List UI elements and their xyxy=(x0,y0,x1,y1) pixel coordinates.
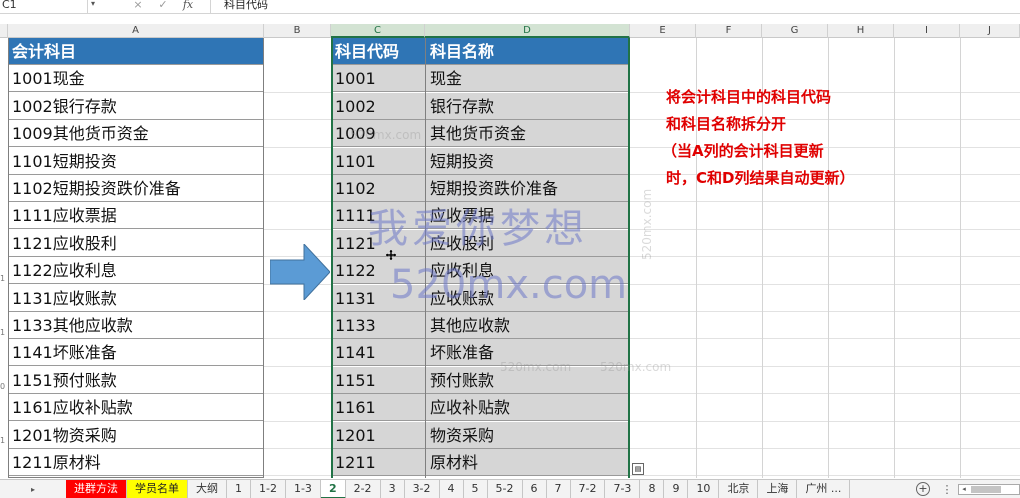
sheet-tab[interactable]: 3-2 xyxy=(404,480,440,498)
tab-scroll-right-icon[interactable]: ▸ xyxy=(0,480,66,498)
gridline xyxy=(264,311,331,312)
sheet-tab[interactable]: 1 xyxy=(227,480,251,498)
sheet-tab[interactable]: 广州 ... xyxy=(797,480,851,498)
sheet-tab[interactable]: 进群方法 xyxy=(66,480,127,498)
sheet-tab[interactable]: 2 xyxy=(320,480,346,498)
sheet-tab[interactable]: 学员名单 xyxy=(127,480,188,498)
gridline xyxy=(264,91,331,93)
sheet-tab[interactable]: 2-2 xyxy=(345,480,381,498)
sheet-tab-bar: ▸ 进群方法 学员名单 大纲 1 1-2 1-3 2 2-2 3 3-2 4 5 5-2 6 7 7-2 7-3… xyxy=(0,479,1020,498)
column-header-c[interactable]: C xyxy=(331,24,425,38)
column-header-i[interactable]: I xyxy=(894,24,960,38)
gridline xyxy=(264,146,331,148)
column-header-g[interactable]: G xyxy=(762,24,828,38)
insert-function-icon[interactable]: fx xyxy=(180,0,196,12)
gridline xyxy=(630,393,1020,395)
gridline xyxy=(630,256,1020,258)
name-box[interactable]: C1 xyxy=(0,0,88,13)
gridline xyxy=(630,475,1020,477)
gridline xyxy=(960,38,961,478)
gridline xyxy=(264,420,331,422)
excel-window: C1 ▾ × ✓ fx 科目代码 A B C D E F G H I J 1 1… xyxy=(0,0,1020,498)
watermark-small: 520mx.com xyxy=(350,128,422,142)
gridline xyxy=(264,119,331,121)
sheet-tab[interactable]: 1-3 xyxy=(285,480,321,498)
sheet-tab[interactable]: 3 xyxy=(380,480,405,498)
sheet-tab[interactable]: 8 xyxy=(640,480,665,498)
gridline xyxy=(630,228,1020,230)
column-header-row: A B C D E F G H I J xyxy=(0,24,1020,38)
add-sheet-icon[interactable]: + xyxy=(916,482,930,496)
sheet-tab[interactable]: 7-3 xyxy=(605,480,641,498)
watermark-small: 520mx.com xyxy=(600,360,672,374)
note-line-4: 时，C和D列结果自动更新） xyxy=(666,169,855,187)
sheet-tab[interactable]: 10 xyxy=(688,480,720,498)
gridline xyxy=(264,365,331,367)
select-all-corner[interactable] xyxy=(0,24,8,38)
column-header-a[interactable]: A xyxy=(8,24,264,38)
gridline xyxy=(630,338,1020,340)
row-number[interactable]: 0 xyxy=(0,382,8,391)
sheet-tab[interactable]: 9 xyxy=(664,480,689,498)
watermark-small: 520mx.com xyxy=(640,188,654,260)
watermark-domain: 520mx.com xyxy=(390,262,628,308)
column-header-f[interactable]: F xyxy=(696,24,762,38)
scrollbar-thumb[interactable] xyxy=(971,486,1001,493)
watermark-slogan: 我爱你梦想 xyxy=(368,206,588,252)
sheet-tab[interactable]: 7 xyxy=(546,480,571,498)
gridline xyxy=(630,365,1020,367)
gridline xyxy=(264,338,331,340)
row-number[interactable]: 1 xyxy=(0,436,8,445)
formula-bar: C1 ▾ × ✓ fx 科目代码 xyxy=(0,0,1020,14)
sheet-tab[interactable]: 7-2 xyxy=(570,480,606,498)
gridline xyxy=(630,311,1020,312)
gridline xyxy=(264,201,331,203)
sheet-tab[interactable]: 1-2 xyxy=(251,480,286,498)
sheet-tab[interactable]: 大纲 xyxy=(188,480,227,498)
sheet-tab[interactable]: 上海 xyxy=(758,480,798,498)
annotation-note: 将会计科目中的科目代码 和科目名称拆分开 （当A列的会计科目更新 时，C和D列结… xyxy=(662,84,855,192)
column-header-h[interactable]: H xyxy=(828,24,894,38)
gridline xyxy=(264,448,331,449)
note-line-2: 和科目名称拆分开 xyxy=(666,115,787,133)
note-line-3: （当A列的会计科目更新 xyxy=(662,142,824,160)
gridline xyxy=(264,475,331,477)
formula-input[interactable]: 科目代码 xyxy=(224,0,268,12)
formula-bar-divider xyxy=(210,0,211,13)
arrow-right-icon xyxy=(270,244,330,300)
gridline xyxy=(630,283,1020,285)
sheet-tabs: 进群方法 学员名单 大纲 1 1-2 1-3 2 2-2 3 3-2 4 5 5-2 6 7 7-2 7-3 8 9… xyxy=(66,480,851,498)
enter-icon[interactable]: ✓ xyxy=(155,0,171,12)
column-header-d[interactable]: D xyxy=(425,24,630,38)
sheet-tab[interactable]: 北京 xyxy=(719,480,759,498)
gridline xyxy=(264,228,331,230)
gridline xyxy=(264,174,331,175)
watermark-small: 520mx.com xyxy=(500,360,572,374)
sheet-tab[interactable]: 4 xyxy=(439,480,464,498)
sheet-tab[interactable]: 6 xyxy=(522,480,547,498)
quick-analysis-icon[interactable]: ▤ xyxy=(632,463,644,475)
name-box-dropdown-icon[interactable]: ▾ xyxy=(88,0,98,12)
row-number[interactable]: 1 xyxy=(0,274,8,283)
gridline xyxy=(630,201,1020,203)
column-header-b[interactable]: B xyxy=(264,24,331,38)
horizontal-scrollbar[interactable]: ◂ xyxy=(958,484,1020,495)
gridline xyxy=(630,448,1020,449)
gridline xyxy=(264,393,331,395)
scroll-left-icon[interactable]: ◂ xyxy=(959,485,969,494)
column-header-e[interactable]: E xyxy=(630,24,696,38)
column-a-border xyxy=(8,38,264,478)
row-number[interactable]: 1 xyxy=(0,328,8,337)
note-line-1: 将会计科目中的科目代码 xyxy=(666,88,832,106)
gridline xyxy=(894,38,895,478)
cancel-icon[interactable]: × xyxy=(130,0,146,12)
selection-border xyxy=(331,38,630,478)
more-tabs-icon[interactable]: ⋮ xyxy=(940,480,954,498)
move-cursor-icon xyxy=(386,250,396,260)
column-header-j[interactable]: J xyxy=(960,24,1020,38)
sheet-tab[interactable]: 5-2 xyxy=(487,480,523,498)
gridline xyxy=(630,420,1020,422)
sheet-tab[interactable]: 5 xyxy=(463,480,488,498)
